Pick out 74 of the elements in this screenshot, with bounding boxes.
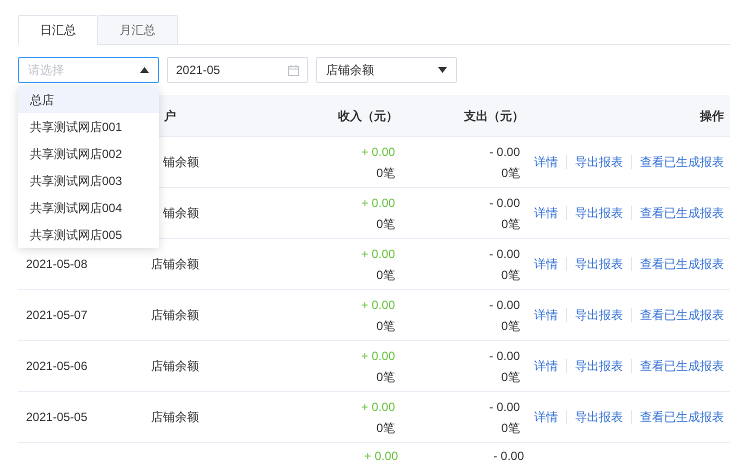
account-select[interactable]: 店铺余额 <box>316 57 457 83</box>
income-count: 0笔 <box>376 318 395 334</box>
action-link[interactable]: 导出报表 <box>574 306 623 324</box>
expense-count: 0笔 <box>501 164 520 182</box>
caret-down-icon <box>438 67 447 73</box>
column-header: 户 <box>164 108 176 122</box>
dropdown-option[interactable]: 共享测试网店004 <box>18 194 159 221</box>
dropdown-option[interactable]: 共享测试网店002 <box>18 140 159 167</box>
expense-count: 0笔 <box>501 216 520 232</box>
action-link[interactable]: 查看已生成报表 <box>640 204 724 222</box>
expense-count: 0笔 <box>501 368 520 386</box>
income-count: 0笔 <box>376 420 395 436</box>
action-link[interactable]: 导出报表 <box>574 408 623 426</box>
date-cell: 2021-05-08 <box>26 257 88 271</box>
expense-count: 0笔 <box>501 266 520 284</box>
income-amount: + 0.00 <box>361 348 395 364</box>
account-cell: 店铺余额 <box>150 359 199 373</box>
column-header: 支出（元） <box>464 108 524 122</box>
dropdown-option[interactable]: 共享测试网店001 <box>18 113 159 140</box>
field-value: 2021-05 <box>176 62 220 79</box>
income-count: 0笔 <box>376 164 396 182</box>
income-amount: + 0.00 <box>364 448 398 464</box>
expense-amount: - 0.00 <box>489 194 520 212</box>
action-link[interactable]: 详情 <box>534 255 558 273</box>
income-amount: + 0.00 <box>361 246 395 262</box>
action-link[interactable]: 详情 <box>534 408 558 426</box>
income-count: 0笔 <box>376 368 395 386</box>
calendar-icon <box>288 64 299 76</box>
column-header: 收入（元） <box>338 108 398 122</box>
expense-amount: - 0.00 <box>489 296 520 314</box>
action-link[interactable]: 查看已生成报表 <box>640 357 724 375</box>
action-link[interactable]: 查看已生成报表 <box>640 255 724 273</box>
income-count: 0笔 <box>376 216 396 232</box>
expense-amount: - 0.00 <box>489 398 520 416</box>
action-link[interactable]: 导出报表 <box>574 357 623 375</box>
column-header: 操作 <box>700 108 724 122</box>
action-link[interactable]: 详情 <box>534 357 558 375</box>
caret-up-icon <box>140 67 149 73</box>
tab[interactable]: 月汇总 <box>98 15 178 45</box>
account-cell: 铺余额 <box>162 206 199 220</box>
income-amount: + 0.00 <box>361 194 396 212</box>
account-cell: 店铺余额 <box>150 308 199 322</box>
action-link[interactable]: 查看已生成报表 <box>640 408 724 426</box>
income-amount: + 0.00 <box>361 144 396 160</box>
expense-count: 0笔 <box>501 318 520 334</box>
dropdown-option[interactable]: 共享测试网店003 <box>18 167 159 194</box>
expense-amount: - 0.00 <box>489 144 520 160</box>
income-amount: + 0.00 <box>361 296 395 314</box>
expense-amount: - 0.00 <box>493 448 524 464</box>
expense-amount: - 0.00 <box>489 246 520 262</box>
income-amount: + 0.00 <box>361 398 395 416</box>
income-count: 0笔 <box>376 266 395 284</box>
select-value: 店铺余额 <box>326 62 374 79</box>
action-link[interactable]: 导出报表 <box>575 153 624 171</box>
action-link[interactable]: 详情 <box>534 306 558 324</box>
action-link[interactable]: 查看已生成报表 <box>640 306 724 324</box>
date-cell: 2021-05-06 <box>26 359 88 373</box>
action-link[interactable]: 详情 <box>534 153 558 171</box>
expense-amount: - 0.00 <box>489 348 520 364</box>
dropdown-option[interactable]: 总店 <box>18 86 159 113</box>
action-link[interactable]: 查看已生成报表 <box>640 153 724 171</box>
dropdown-option[interactable]: 共享测试网店005 <box>18 221 159 248</box>
account-cell: 店铺余额 <box>150 257 199 271</box>
action-link[interactable]: 详情 <box>534 204 558 222</box>
action-link[interactable]: 导出报表 <box>575 204 624 222</box>
date-cell: 2021-05-05 <box>26 410 88 424</box>
month-field[interactable]: 2021-05 <box>167 57 308 83</box>
placeholder-text: 请选择 <box>28 62 64 79</box>
action-link[interactable]: 导出报表 <box>574 255 623 273</box>
account-cell: 铺余额 <box>162 155 199 169</box>
account-cell: 店铺余额 <box>150 410 199 424</box>
date-cell: 2021-05-07 <box>26 308 88 322</box>
tab[interactable]: 日汇总 <box>18 15 98 45</box>
expense-count: 0笔 <box>501 420 520 436</box>
